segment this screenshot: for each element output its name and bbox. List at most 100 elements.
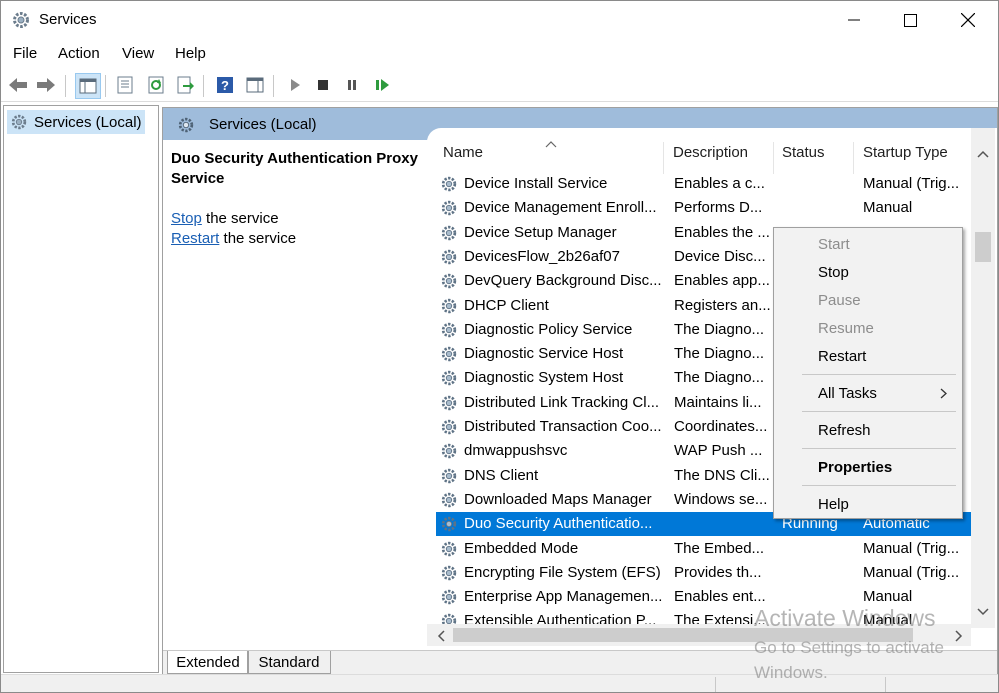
menu-action[interactable]: Action — [58, 45, 100, 62]
service-name-cell: Device Management Enroll... — [464, 199, 657, 217]
service-gear-icon — [441, 249, 457, 265]
restart-service-button[interactable] — [370, 73, 394, 97]
scroll-left-icon[interactable] — [437, 630, 445, 642]
menu-file[interactable]: File — [13, 45, 37, 62]
start-service-button[interactable] — [283, 73, 307, 97]
service-description-cell: The Diagno... — [674, 369, 765, 387]
sort-ascending-icon — [545, 141, 557, 148]
service-gear-icon — [441, 225, 457, 240]
service-gear-icon — [441, 273, 457, 289]
submenu-arrow-icon — [940, 388, 947, 399]
minimize-button[interactable] — [825, 1, 883, 39]
service-name-cell: Device Install Service — [464, 175, 608, 192]
context-menu-properties[interactable]: Properties — [774, 453, 962, 481]
scroll-up-icon[interactable] — [977, 150, 989, 158]
column-header-status[interactable]: Status — [782, 144, 825, 161]
context-menu-refresh[interactable]: Refresh — [774, 416, 962, 444]
stop-service-button[interactable] — [311, 73, 335, 97]
export-list-button[interactable] — [173, 73, 197, 97]
context-menu-help[interactable]: Help — [774, 490, 962, 518]
service-startup-type-cell: Manual — [863, 199, 913, 217]
vertical-scrollbar[interactable] — [971, 128, 995, 628]
service-name-cell: Distributed Transaction Coo... — [464, 418, 662, 435]
service-gear-icon — [441, 346, 457, 362]
toolbar-separator — [65, 75, 66, 97]
service-name-cell: dmwappushsvc — [464, 442, 568, 460]
status-divider — [885, 677, 886, 692]
help-toolbar-button[interactable]: ? — [213, 73, 237, 97]
scroll-down-icon[interactable] — [977, 608, 989, 616]
service-name-cell: DHCP Client — [464, 296, 549, 314]
close-button[interactable] — [939, 1, 997, 39]
stop-icon — [318, 80, 328, 90]
menu-bar: File Action View Help — [1, 41, 998, 67]
table-row[interactable]: Device Management Enroll... Performs D...… — [436, 196, 976, 220]
service-description-cell: The Diagno... — [674, 345, 765, 363]
service-name-cell: Device Setup Manager — [464, 223, 617, 241]
service-description-cell: The Diagno... — [674, 320, 765, 338]
toolbar-separator — [203, 75, 204, 97]
pause-service-button[interactable] — [340, 73, 364, 97]
service-name-cell: DNS Client — [464, 466, 539, 484]
selected-service-name: Duo Security Authentication Proxy Servic… — [171, 150, 418, 187]
show-action-pane-button[interactable] — [243, 73, 267, 97]
service-description-cell: Registers an... — [674, 296, 770, 314]
column-header-name[interactable]: Name — [443, 144, 483, 161]
service-gear-icon — [441, 371, 457, 386]
service-name-cell: DevicesFlow_2b26af07 — [464, 247, 620, 265]
activation-watermark-title: Activate Windows — [754, 605, 936, 631]
service-name-cell: Embedded Mode — [464, 539, 579, 557]
table-row[interactable]: Device Install Service Enables a c... Manu… — [436, 172, 976, 196]
stop-service-link[interactable]: Stop — [171, 210, 202, 227]
service-description-cell: Provides th... — [674, 563, 762, 581]
pause-icon — [348, 80, 356, 90]
show-hide-console-tree-button[interactable] — [75, 73, 101, 99]
service-startup-type-cell: Manual (Trig... — [863, 563, 960, 581]
service-gear-icon — [441, 322, 457, 337]
toolbar: ? — [1, 69, 998, 102]
menu-view[interactable]: View — [122, 45, 154, 62]
svg-text:?: ? — [221, 78, 229, 93]
context-menu-start[interactable]: Start — [774, 230, 962, 258]
service-gear-icon — [441, 589, 457, 605]
console-tree-icon — [79, 78, 97, 94]
play-icon — [291, 79, 300, 91]
forward-button[interactable] — [34, 73, 58, 97]
column-header-description[interactable]: Description — [673, 144, 748, 161]
refresh-toolbar-button[interactable] — [144, 73, 168, 97]
service-description-cell: Device Disc... — [674, 247, 766, 265]
service-description-cell: Windows se... — [674, 490, 768, 508]
context-menu-all-tasks[interactable]: All Tasks — [774, 379, 962, 407]
export-icon — [177, 76, 194, 94]
service-description-cell: The DNS Cli... — [674, 466, 770, 484]
column-header-startup-type[interactable]: Startup Type — [863, 144, 948, 161]
scroll-right-icon[interactable] — [955, 630, 963, 642]
service-startup-type-cell: Manual — [863, 588, 913, 606]
services-window: Services File Action View Help ? Service… — [0, 0, 999, 693]
maximize-button[interactable] — [881, 1, 939, 39]
restart-suffix: the service — [219, 230, 297, 247]
tab-standard[interactable]: Standard — [247, 651, 331, 674]
properties-toolbar-button[interactable] — [113, 73, 137, 97]
context-menu-resume[interactable]: Resume — [774, 314, 962, 342]
activation-watermark-line3: Windows. — [754, 663, 828, 682]
context-menu-pause[interactable]: Pause — [774, 286, 962, 314]
table-row[interactable]: Encrypting File System (EFS) Provides th.… — [436, 561, 976, 585]
status-divider — [715, 677, 716, 692]
service-name-cell: Enterprise App Managemen... — [464, 588, 663, 606]
context-menu-stop[interactable]: Stop — [774, 258, 962, 286]
back-button[interactable] — [6, 73, 30, 97]
context-menu-restart[interactable]: Restart — [774, 342, 962, 370]
restart-service-link[interactable]: Restart — [171, 230, 219, 247]
services-gear-icon — [178, 117, 194, 133]
menu-help[interactable]: Help — [175, 45, 206, 62]
service-name-cell: DevQuery Background Disc... — [464, 272, 662, 290]
table-row[interactable]: Embedded Mode The Embed... Manual (Trig... — [436, 537, 976, 561]
tab-extended[interactable]: Extended — [167, 651, 249, 674]
stop-service-line: Stop the service — [171, 210, 279, 227]
service-name-cell: Diagnostic Policy Service — [464, 320, 633, 338]
tree-item-services-local[interactable]: Services (Local) — [7, 110, 145, 134]
context-menu-separator — [802, 411, 956, 412]
service-name-cell: Diagnostic Service Host — [464, 345, 624, 363]
vertical-scroll-thumb[interactable] — [975, 232, 991, 262]
